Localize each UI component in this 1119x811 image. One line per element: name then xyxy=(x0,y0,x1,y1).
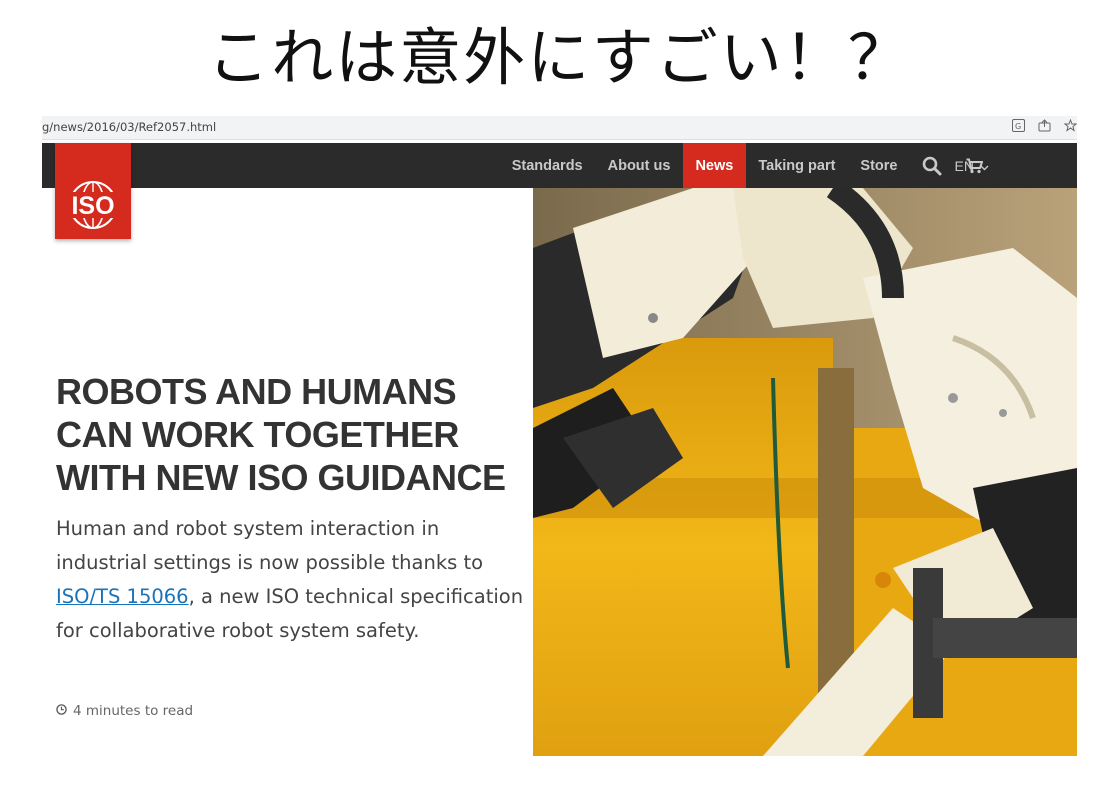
nav-item-store[interactable]: Store xyxy=(848,143,910,188)
caption-text: これは意外にすごい！？ xyxy=(207,21,912,94)
address-bar-icons: G xyxy=(1011,118,1077,136)
share-icon[interactable] xyxy=(1037,119,1051,136)
nav-item-standards[interactable]: Standards xyxy=(499,143,595,188)
url-text[interactable]: g/news/2016/03/Ref2057.html xyxy=(42,120,216,134)
clock-icon xyxy=(56,703,67,719)
chevron-down-icon xyxy=(980,158,989,174)
language-label: EN xyxy=(954,157,974,174)
logo-text: ISO xyxy=(71,192,114,220)
iso-logo[interactable]: ISO xyxy=(55,143,131,239)
address-bar[interactable]: g/news/2016/03/Ref2057.html G xyxy=(42,116,1077,140)
nav-menu: Standards About us News Taking part Stor… xyxy=(499,143,995,188)
article-headline: ROBOTS AND HUMANS CAN WORK TOGETHER WITH… xyxy=(56,371,506,498)
nav-item-taking-part[interactable]: Taking part xyxy=(746,143,848,188)
site-navbar: Standards About us News Taking part Stor… xyxy=(42,143,1077,188)
read-time: 4 minutes to read xyxy=(56,703,193,719)
article-summary: Human and robot system interaction in in… xyxy=(56,512,526,648)
translate-icon[interactable]: G xyxy=(1011,119,1025,136)
nav-item-news[interactable]: News xyxy=(682,143,746,188)
search-icon[interactable] xyxy=(910,143,954,188)
language-selector[interactable]: EN xyxy=(955,143,989,188)
nav-item-about-us[interactable]: About us xyxy=(595,143,683,188)
svg-text:G: G xyxy=(1015,122,1021,131)
robot-hero-image xyxy=(533,188,1077,756)
iso-ts-15066-link[interactable]: ISO/TS 15066 xyxy=(56,585,189,608)
read-time-label: 4 minutes to read xyxy=(73,703,194,719)
summary-text-before: Human and robot system interaction in in… xyxy=(56,517,484,574)
star-icon[interactable] xyxy=(1063,118,1077,136)
